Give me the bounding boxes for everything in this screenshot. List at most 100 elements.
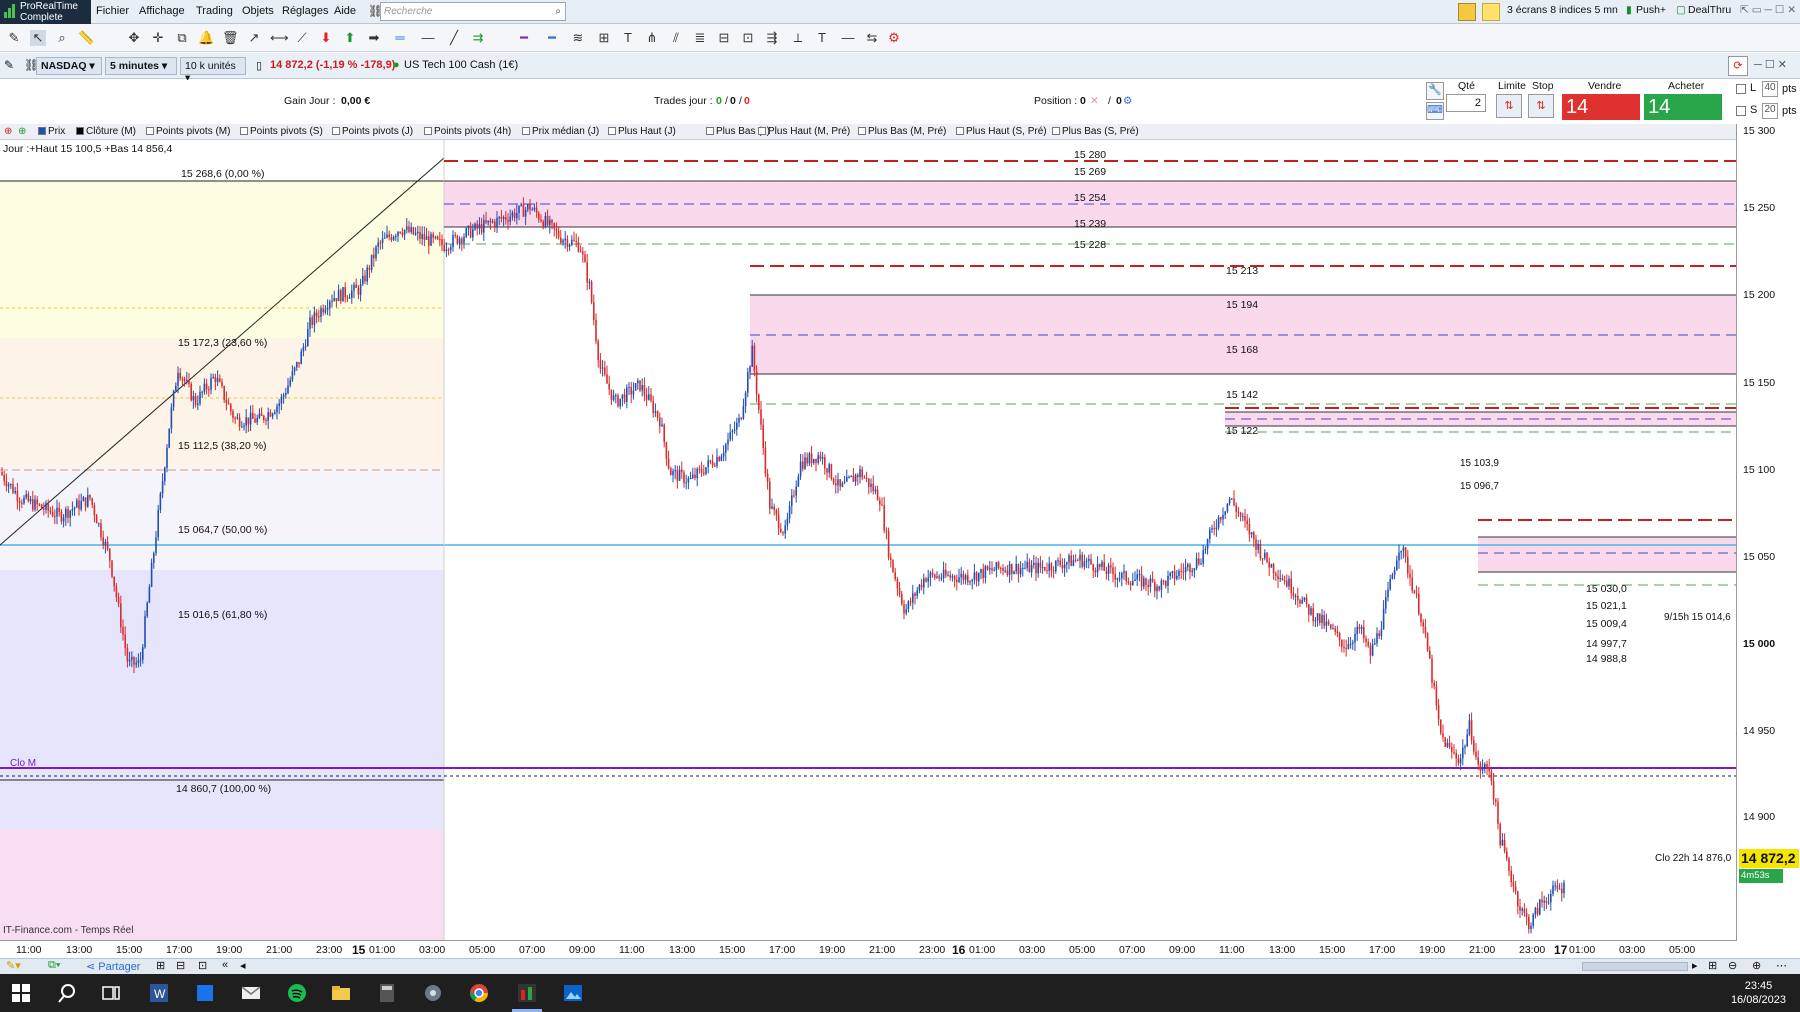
search-icon[interactable] bbox=[56, 982, 78, 1004]
scroll-left-icon[interactable]: ◂ bbox=[240, 959, 246, 972]
alert-icon[interactable] bbox=[1458, 3, 1476, 21]
l-pts-input[interactable]: 40 bbox=[1762, 81, 1778, 97]
trash-icon[interactable]: 🗑 bbox=[222, 30, 239, 46]
compare-icon[interactable]: ⊡ bbox=[198, 959, 207, 972]
s-checkbox[interactable] bbox=[1736, 106, 1746, 116]
sell-button[interactable]: 14 869,7 bbox=[1562, 94, 1640, 144]
arrow-up-icon[interactable]: ⬆ bbox=[342, 30, 358, 46]
market-dropdown[interactable]: NASDAQ ▾ bbox=[36, 57, 102, 75]
fib-fan-icon[interactable]: ⊞ bbox=[596, 30, 612, 46]
buy-button[interactable]: 14 874,7 bbox=[1644, 94, 1722, 144]
window-controls[interactable]: ─ ☐ ✕ bbox=[1754, 58, 1787, 71]
wrench-icon[interactable]: 🔧 bbox=[1426, 82, 1444, 100]
position-settings-icon[interactable]: ⚙ bbox=[1123, 95, 1132, 107]
search-icon[interactable]: ⌕ bbox=[555, 6, 561, 17]
range-icon[interactable]: ⇶ bbox=[764, 30, 780, 46]
ind-plus-bas-m-pre[interactable]: Plus Bas (M, Pré) bbox=[858, 126, 946, 137]
add-indicator-icon[interactable]: ⊕ bbox=[4, 126, 12, 137]
trendline-icon[interactable]: ⟋ bbox=[294, 30, 310, 46]
menu-trading[interactable]: Trading bbox=[196, 5, 233, 17]
ind-prix-median[interactable]: Prix médian (J) bbox=[522, 126, 599, 137]
measure-icon[interactable]: ⟂ bbox=[790, 30, 806, 46]
pencil-icon[interactable]: ✎ bbox=[4, 58, 14, 72]
ind-pivots-4h[interactable]: Points pivots (4h) bbox=[424, 126, 511, 137]
calculator-icon[interactable] bbox=[376, 982, 398, 1004]
menu-aide[interactable]: Aide bbox=[334, 5, 356, 17]
spotify-icon[interactable] bbox=[286, 982, 308, 1004]
pencil-icon[interactable]: ✎ bbox=[6, 30, 22, 46]
windows-start-icon[interactable] bbox=[10, 982, 32, 1004]
app-icon[interactable] bbox=[422, 982, 444, 1004]
zoom-out-icon[interactable]: ⊖ bbox=[1728, 959, 1737, 972]
arrow-down-icon[interactable]: ⬇ bbox=[318, 30, 334, 46]
drag-icon[interactable]: ✥ bbox=[126, 30, 142, 46]
level-line-icon[interactable]: ━ bbox=[516, 30, 532, 46]
cursor-icon[interactable]: ↖ bbox=[30, 30, 46, 46]
menu-reglages[interactable]: Réglages bbox=[282, 5, 328, 17]
search-input[interactable]: Recherche ⌕ bbox=[380, 2, 566, 21]
zoom-in-icon[interactable]: ⊕ bbox=[1752, 959, 1761, 972]
regression-icon[interactable]: ≣ bbox=[692, 30, 708, 46]
ind-pivots-j[interactable]: Points pivots (J) bbox=[332, 126, 413, 137]
ind-pivots-m[interactable]: Points pivots (M) bbox=[146, 126, 230, 137]
zoom-icon[interactable]: ⌕ bbox=[54, 30, 70, 46]
ind-plus-haut-m-pre[interactable]: Plus Haut (M, Pré) bbox=[758, 126, 850, 137]
settings-icon[interactable]: ⋯ bbox=[1776, 959, 1787, 972]
menu-fichier[interactable]: Fichier bbox=[96, 5, 129, 17]
layout-icon[interactable]: ⧉▾ bbox=[48, 959, 60, 972]
word-icon[interactable]: W bbox=[148, 982, 170, 1004]
note-icon[interactable] bbox=[1482, 3, 1500, 21]
copy-icon[interactable]: ⧉ bbox=[174, 30, 190, 46]
table-icon[interactable]: ⊟ bbox=[176, 959, 185, 972]
level-line2-icon[interactable]: ━ bbox=[544, 30, 560, 46]
shapes-icon[interactable]: ⇆ bbox=[864, 30, 880, 46]
diagonal-icon[interactable]: ╱ bbox=[446, 30, 462, 46]
scroll-right-icon[interactable]: ▸ bbox=[1692, 959, 1698, 972]
zoom-fit-icon[interactable]: ⊞ bbox=[1708, 959, 1717, 972]
ind-plus-haut-j[interactable]: Plus Haut (J) bbox=[608, 126, 676, 137]
ind-plus-haut-s-pre[interactable]: Plus Haut (S, Pré) bbox=[956, 126, 1047, 137]
settings-icon[interactable]: ⚙ bbox=[886, 30, 902, 46]
prorealtime-taskbar-icon[interactable] bbox=[516, 982, 538, 1004]
add-overlay-icon[interactable]: ⊕ bbox=[18, 126, 26, 137]
l-checkbox[interactable] bbox=[1736, 84, 1746, 94]
channel-icon[interactable]: ⇉ bbox=[470, 30, 486, 46]
push-button[interactable]: Push+ bbox=[1636, 4, 1666, 16]
s-pts-input[interactable]: 20 bbox=[1762, 103, 1778, 119]
menu-affichage[interactable]: Affichage bbox=[139, 5, 185, 17]
hline-icon[interactable]: ═ bbox=[392, 30, 408, 46]
bell-icon[interactable]: 🔔 bbox=[198, 30, 214, 46]
window-controls[interactable]: ⇱ ▭ ─ ☐ ✕ bbox=[1740, 4, 1796, 16]
ind-plus-bas-s-pre[interactable]: Plus Bas (S, Pré) bbox=[1052, 126, 1139, 137]
folder-icon[interactable] bbox=[330, 982, 352, 1004]
qty-input[interactable]: 2 bbox=[1446, 94, 1486, 112]
parallel-icon[interactable]: ⫽ bbox=[668, 30, 684, 46]
stop-order-button[interactable]: ⇅ bbox=[1528, 94, 1554, 118]
store-icon[interactable] bbox=[194, 982, 216, 1004]
drawing-mode-icon[interactable]: ✎▾ bbox=[6, 959, 21, 972]
mail-icon[interactable] bbox=[240, 982, 262, 1004]
arrow-right-icon[interactable]: ➡ bbox=[366, 30, 382, 46]
rewind-icon[interactable]: « bbox=[222, 959, 228, 971]
menu-objets[interactable]: Objets bbox=[242, 5, 274, 17]
price-chart[interactable]: Jour :+Haut 15 100,5 +Bas 14 856,4 15 26… bbox=[0, 140, 1736, 940]
units-dropdown[interactable]: 10 k unités ▾ bbox=[180, 57, 246, 84]
text-icon[interactable]: T bbox=[620, 30, 636, 46]
chrome-icon[interactable] bbox=[468, 982, 490, 1004]
task-view-icon[interactable] bbox=[100, 982, 122, 1004]
share-button[interactable]: ⋖ Partager bbox=[86, 960, 140, 973]
timeframe-dropdown[interactable]: 5 minutes ▾ bbox=[105, 57, 177, 75]
move-icon[interactable]: ✛ bbox=[150, 30, 166, 46]
photos-icon[interactable] bbox=[562, 982, 584, 1004]
screens-selector[interactable]: 3 écrans 8 indices 5 mn bbox=[1507, 4, 1618, 16]
limit-order-button[interactable]: ⇅ bbox=[1496, 94, 1522, 118]
hline2-icon[interactable]: — bbox=[420, 30, 436, 46]
price-axis[interactable]: 15 300 15 250 15 200 15 150 15 100 15 05… bbox=[1736, 124, 1800, 941]
ind-pivots-s[interactable]: Points pivots (S) bbox=[240, 126, 323, 137]
fork-icon[interactable]: ⋔ bbox=[644, 30, 660, 46]
separator-line-icon[interactable]: — bbox=[840, 30, 856, 46]
cycle-icon[interactable]: ⊡ bbox=[740, 30, 756, 46]
gann-icon[interactable]: ⊟ bbox=[716, 30, 732, 46]
ind-prix[interactable]: Prix bbox=[38, 126, 65, 137]
time-axis[interactable]: 11:00 13:00 15:00 17:00 19:00 21:00 23:00 15 01:… bbox=[0, 940, 1736, 958]
